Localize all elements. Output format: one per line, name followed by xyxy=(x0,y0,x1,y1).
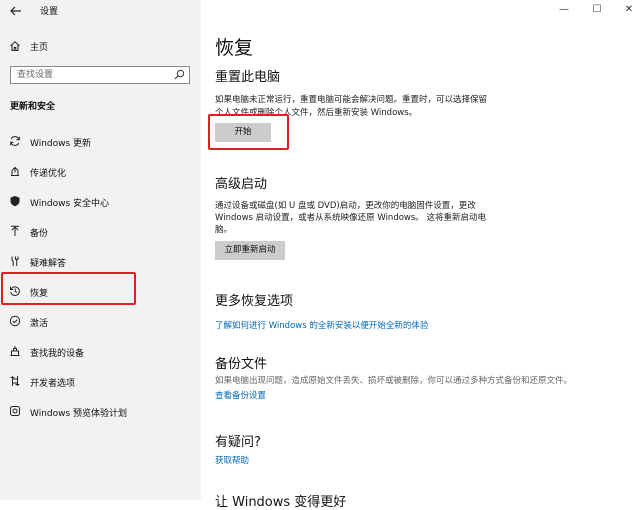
advanced-description-line1: 通过设备或磁盘(如 U 盘或 DVD)启动，更改你的电脑固件设置，更改 xyxy=(215,201,476,211)
back-arrow-icon[interactable] xyxy=(8,3,24,19)
find-device-icon xyxy=(9,345,21,357)
advanced-description-line2: Windows 启动设置，或者从系统映像还原 Windows。 这将重新启动电 xyxy=(215,213,486,223)
sidebar-item-delivery-optimization[interactable]: 传递优化 xyxy=(0,159,201,183)
backup-files-heading: 备份文件 xyxy=(215,357,268,372)
sidebar: 设置 主页 更新和安全 Windows 更新 传递优化 Windows 安全中心 xyxy=(0,0,201,500)
search-box[interactable] xyxy=(10,66,190,84)
sidebar-item-troubleshoot[interactable]: 疑难解答 xyxy=(0,249,201,273)
shield-icon xyxy=(9,195,21,207)
delivery-optimization-icon xyxy=(9,165,21,177)
sync-icon xyxy=(9,135,21,147)
developer-icon xyxy=(9,375,21,387)
sidebar-section-title: 更新和安全 xyxy=(10,102,56,112)
reset-heading: 重置此电脑 xyxy=(215,70,281,85)
reset-description-line1: 如果电脑未正常运行，重置电脑可能会解决问题。重置时，可以选择保留 xyxy=(215,95,488,105)
search-icon[interactable] xyxy=(174,69,185,80)
sidebar-item-label: Windows 更新 xyxy=(30,139,92,149)
sidebar-item-label: 激活 xyxy=(30,319,49,329)
sidebar-item-windows-insider[interactable]: Windows 预览体验计划 xyxy=(0,399,201,423)
advanced-startup-heading: 高级启动 xyxy=(215,177,268,192)
close-button[interactable]: ✕ xyxy=(621,3,637,17)
sidebar-item-label: Windows 预览体验计划 xyxy=(30,409,128,419)
advanced-description-line3: 脑。 xyxy=(215,225,233,235)
nav-home-label: 主页 xyxy=(30,43,49,53)
sidebar-item-label: Windows 安全中心 xyxy=(30,199,110,209)
sidebar-item-label: 查找我的设备 xyxy=(30,349,85,359)
highlight-box-recovery xyxy=(1,272,136,305)
get-help-link[interactable]: 获取帮助 xyxy=(215,454,249,466)
maximize-button[interactable]: ☐ xyxy=(589,3,605,17)
highlight-box-start xyxy=(208,114,289,150)
home-icon xyxy=(9,40,21,52)
search-input[interactable] xyxy=(11,67,177,83)
sidebar-item-label: 开发者选项 xyxy=(30,379,76,389)
sidebar-item-activation[interactable]: 激活 xyxy=(0,309,201,333)
sidebar-item-label: 疑难解答 xyxy=(30,259,67,269)
restart-now-button[interactable]: 立即重新启动 xyxy=(215,241,285,260)
make-windows-better-heading: 让 Windows 变得更好 xyxy=(215,495,347,510)
sidebar-item-label: 传递优化 xyxy=(30,169,67,179)
more-recovery-heading: 更多恢复选项 xyxy=(215,294,294,309)
sidebar-item-find-my-device[interactable]: 查找我的设备 xyxy=(0,339,201,363)
fresh-install-link[interactable]: 了解如何进行 Windows 的全新安装以便开始全新的体验 xyxy=(215,319,428,331)
window-title: 设置 xyxy=(40,7,59,17)
insider-icon xyxy=(9,405,21,417)
page-title: 恢复 xyxy=(215,37,254,59)
view-backup-settings-link[interactable]: 查看备份设置 xyxy=(215,389,266,401)
minimize-button[interactable]: — xyxy=(556,3,572,17)
nav-home[interactable]: 主页 xyxy=(0,34,201,56)
backup-description: 如果电脑出现问题，造成原始文件丢失、损坏或被删除，你可以通过多种方式备份和还原文… xyxy=(215,376,573,386)
sidebar-item-label: 备份 xyxy=(30,229,49,239)
backup-arrow-icon xyxy=(9,225,21,237)
question-heading: 有疑问? xyxy=(215,435,261,450)
sidebar-item-windows-security[interactable]: Windows 安全中心 xyxy=(0,189,201,213)
sidebar-item-windows-update[interactable]: Windows 更新 xyxy=(0,129,201,153)
wrench-icon xyxy=(9,255,21,267)
sidebar-item-backup[interactable]: 备份 xyxy=(0,219,201,243)
sidebar-item-developer-options[interactable]: 开发者选项 xyxy=(0,369,201,393)
check-circle-icon xyxy=(9,315,21,327)
